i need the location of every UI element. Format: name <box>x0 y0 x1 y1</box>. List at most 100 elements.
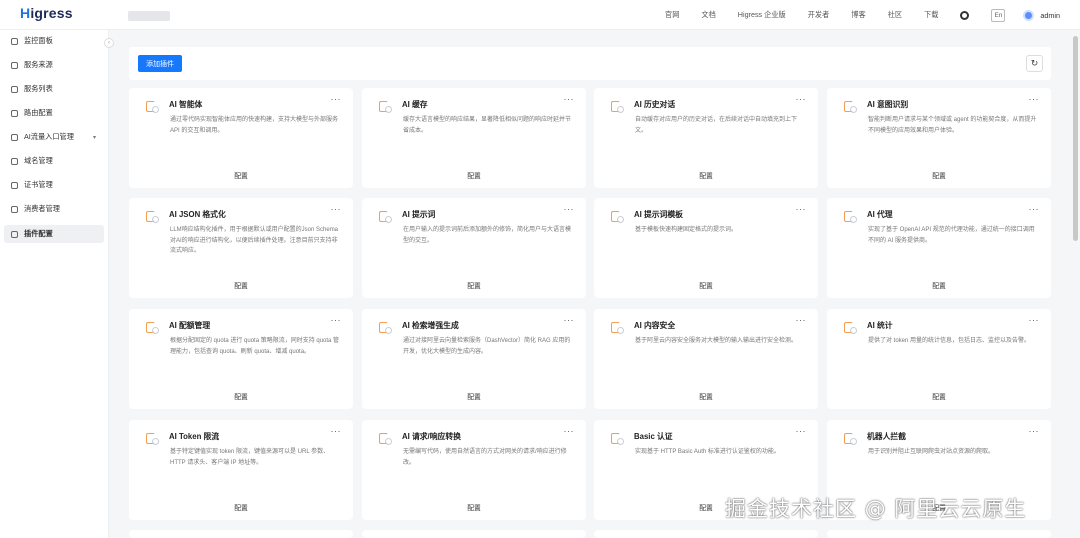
configure-button[interactable]: 配置 <box>594 391 818 401</box>
more-icon[interactable]: ··· <box>796 94 807 104</box>
more-icon[interactable]: ··· <box>564 204 575 214</box>
plugin-title: AI Token 限流 <box>169 432 220 441</box>
configure-button[interactable]: 配置 <box>827 170 1051 180</box>
scrollbar-thumb[interactable] <box>1073 36 1078 241</box>
more-icon[interactable]: ··· <box>331 94 342 104</box>
source-icon <box>11 61 18 69</box>
sidebar-item-domain[interactable]: 域名管理 <box>4 152 104 170</box>
configure-button[interactable]: 配置 <box>362 502 586 512</box>
plugin-icon <box>378 432 392 446</box>
configure-button[interactable]: 配置 <box>129 170 353 180</box>
nav-developer[interactable]: 开发者 <box>808 10 830 20</box>
plugin-icon <box>843 210 857 224</box>
more-icon[interactable]: ··· <box>796 426 807 436</box>
more-icon[interactable]: ··· <box>1029 315 1040 325</box>
nav-official-site[interactable]: 官网 <box>665 10 679 20</box>
sidebar-item-label: AI流量入口管理 <box>24 132 74 141</box>
top-header: Higress 官网 文档 Higress 企业版 开发者 博客 社区 下载 E… <box>0 0 1080 30</box>
plugin-card: AI 代理 ··· 实现了基于 OpenAI API 规范的代理功能，通过统一的接口… <box>827 198 1051 298</box>
configure-button[interactable]: 配置 <box>129 391 353 401</box>
plugin-card-partial <box>594 530 818 538</box>
sidebar-item-certificate[interactable]: 证书管理 <box>4 176 104 194</box>
plugin-description: LLM响应结构化插件，用于根据默认或用户配置的Json Schema对AI的响应… <box>170 227 339 254</box>
plugin-icon <box>145 321 159 335</box>
sidebar-item-ai-gateway[interactable]: AI流量入口管理 ▾ <box>4 128 104 146</box>
more-icon[interactable]: ··· <box>796 315 807 325</box>
plugin-title: AI 检索增强生成 <box>402 321 459 330</box>
sidebar-item-label: 证书管理 <box>24 180 53 189</box>
more-icon[interactable]: ··· <box>564 315 575 325</box>
more-icon[interactable]: ··· <box>564 94 575 104</box>
sidebar-item-route-config[interactable]: 路由配置 <box>4 104 104 122</box>
language-toggle[interactable]: En <box>991 8 1006 22</box>
sidebar-collapse-button[interactable]: ‹ <box>104 38 114 48</box>
more-icon[interactable]: ··· <box>1029 426 1040 436</box>
configure-button[interactable]: 配置 <box>594 170 818 180</box>
sidebar-item-plugin-config[interactable]: 插件配置 <box>4 225 104 243</box>
configure-button[interactable]: 配置 <box>362 391 586 401</box>
plugin-description: 根据分配固定的 quota 进行 quota 策略限流，同时支持 quota 管… <box>170 338 340 355</box>
configure-button[interactable]: 配置 <box>827 280 1051 290</box>
plugin-description: 用于识别并阻止互联网爬虫对站点资源的爬取。 <box>868 449 995 455</box>
github-icon[interactable] <box>960 10 970 20</box>
plugin-description: 通过对接阿里云向量检索服务（DashVector）简化 RAG 应用的开发，优化… <box>403 338 571 355</box>
configure-button[interactable]: 配置 <box>129 280 353 290</box>
plugin-card: AI 配额管理 ··· 根据分配固定的 quota 进行 quota 策略限流，同时… <box>129 309 353 409</box>
plugin-icon <box>843 321 857 335</box>
plugin-description: 通过零代码实现智能体应用的快速构建，支持大模型与外部服务 API 的交互和调用。 <box>170 117 339 134</box>
sidebar: 监控面板 服务来源 服务列表 路由配置 AI流量入口管理 ▾ 域名管理 证书管理 … <box>0 30 109 538</box>
sidebar-item-service-source[interactable]: 服务来源 <box>4 56 104 74</box>
globe-icon <box>11 157 18 165</box>
nav-community[interactable]: 社区 <box>888 10 902 20</box>
nav-enterprise[interactable]: Higress 企业版 <box>738 10 786 20</box>
plugin-title: 机器人拦截 <box>867 432 906 441</box>
more-icon[interactable]: ··· <box>1029 204 1040 214</box>
sidebar-item-dashboard[interactable]: 监控面板 <box>4 32 104 50</box>
add-plugin-button[interactable]: 添加插件 <box>138 55 182 72</box>
sidebar-item-label: 监控面板 <box>24 36 53 45</box>
sidebar-item-consumer[interactable]: 消费者管理 <box>4 200 104 218</box>
configure-button[interactable]: 配置 <box>129 502 353 512</box>
more-icon[interactable]: ··· <box>796 204 807 214</box>
more-icon[interactable]: ··· <box>564 426 575 436</box>
user-name[interactable]: admin <box>1040 11 1060 20</box>
plugin-title: AI 提示词 <box>402 210 436 219</box>
plugin-toolbar: 添加插件 ↻ <box>129 47 1051 80</box>
nav-blog[interactable]: 博客 <box>851 10 865 20</box>
plugin-card: AI 提示词 ··· 在用户输入的提示词前后添加额外的修饰，简化用户与大语言模型的交… <box>362 198 586 298</box>
list-icon <box>11 85 18 93</box>
more-icon[interactable]: ··· <box>331 204 342 214</box>
logo-text: igress <box>30 5 73 21</box>
plugin-description: 缓存大语言模型的响应结果，显著降低相似问题的响应时延并节省成本。 <box>403 117 572 134</box>
sidebar-item-service-list[interactable]: 服务列表 <box>4 80 104 98</box>
plugin-description: 实现基于 HTTP Basic Auth 标准进行认证鉴权的功能。 <box>635 449 780 455</box>
configure-button[interactable]: 配置 <box>362 170 586 180</box>
plugin-icon <box>610 321 624 335</box>
plugin-card: AI 请求/响应转换 ··· 无需编写代码，使用自然语言的方式对网关的请求/响应进行… <box>362 420 586 520</box>
higress-logo[interactable]: Higress <box>20 5 73 21</box>
plugin-card: AI 智能体 ··· 通过零代码实现智能体应用的快速构建，支持大模型与外部服务 AP… <box>129 88 353 188</box>
plugin-title: AI 缓存 <box>402 100 428 109</box>
more-icon[interactable]: ··· <box>331 315 342 325</box>
nav-download[interactable]: 下载 <box>924 10 938 20</box>
refresh-button[interactable]: ↻ <box>1026 55 1043 72</box>
plugin-title: AI 内容安全 <box>634 321 676 330</box>
configure-button[interactable]: 配置 <box>362 280 586 290</box>
more-icon[interactable]: ··· <box>331 426 342 436</box>
avatar[interactable] <box>1023 9 1035 21</box>
robot-icon <box>843 432 857 446</box>
configure-button[interactable]: 配置 <box>594 280 818 290</box>
plugin-icon <box>378 210 392 224</box>
chevron-down-icon: ▾ <box>92 134 96 141</box>
plugin-icon <box>610 432 624 446</box>
scrollbar[interactable] <box>1072 30 1080 538</box>
sidebar-item-label: 插件配置 <box>24 229 53 238</box>
plugin-card: AI Token 限流 ··· 基于特定键值实现 token 限流，键值来源可以是 … <box>129 420 353 520</box>
plugin-title: AI 提示词模板 <box>634 210 683 219</box>
plugin-card: AI 内容安全 ··· 基于阿里云内容安全服务对大模型的输入输出进行安全检测。 配置 <box>594 309 818 409</box>
nav-docs[interactable]: 文档 <box>701 10 715 20</box>
plugin-icon <box>145 210 159 224</box>
plugin-card: AI JSON 格式化 ··· LLM响应结构化插件，用于根据默认或用户配置的Jso… <box>129 198 353 298</box>
configure-button[interactable]: 配置 <box>827 391 1051 401</box>
more-icon[interactable]: ··· <box>1029 94 1040 104</box>
